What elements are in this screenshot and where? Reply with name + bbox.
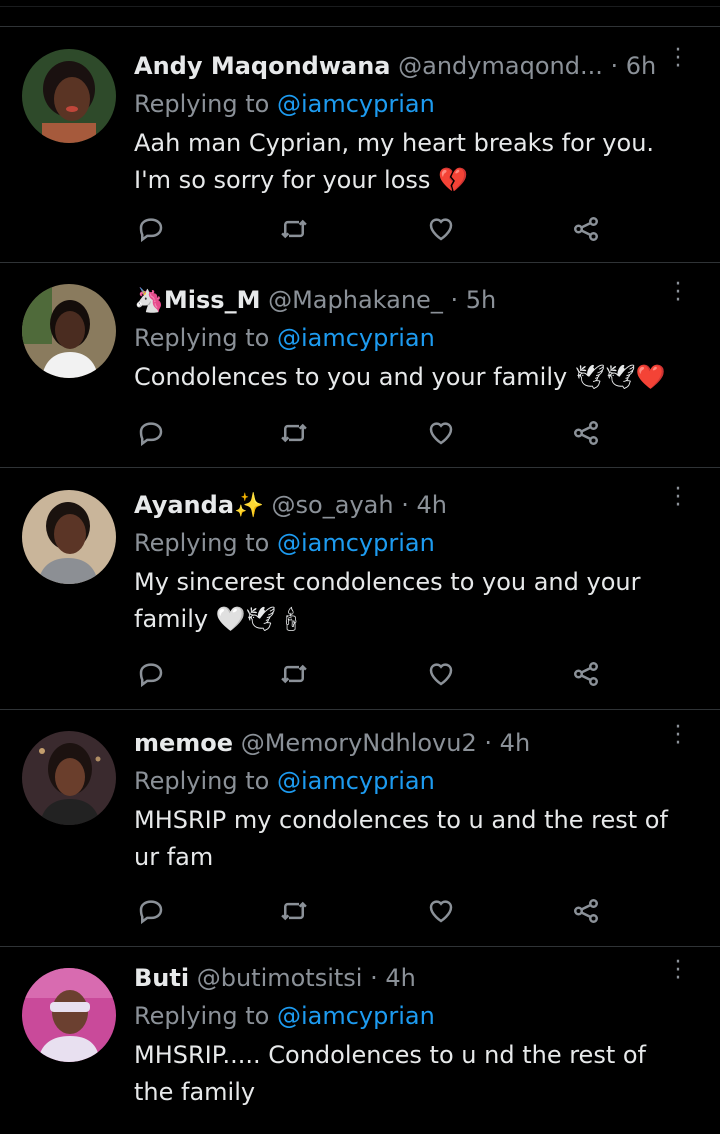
more-icon[interactable]: · · · [668, 952, 688, 997]
avatar[interactable] [22, 490, 116, 584]
tweet-text-line: ur fam [134, 843, 214, 871]
tweet-text-line: My sincerest condolences to you and your [134, 568, 641, 596]
more-icon[interactable]: · · · [668, 40, 688, 85]
more-icon[interactable]: · · · [668, 717, 688, 762]
separator-dot: · [610, 52, 619, 80]
top-divider-faint [0, 6, 720, 7]
replying-prefix: Replying to [134, 529, 277, 557]
tweet-text-line: MHSRIP my condolences to u and the rest … [134, 806, 668, 834]
reply-tweet[interactable]: memoe @MemoryNdhlovu2 · 4h · · · Replying … [0, 710, 720, 947]
display-name[interactable]: Andy Maqondwana [134, 52, 391, 80]
timestamp[interactable]: 6h [626, 52, 656, 80]
timestamp[interactable]: 4h [500, 729, 530, 757]
replying-to-mention[interactable]: @iamcyprian [277, 1002, 435, 1030]
share-icon[interactable] [566, 207, 606, 251]
tweet-text: Aah man Cyprian, my heart breaks for you… [134, 125, 708, 199]
share-icon[interactable] [566, 411, 606, 455]
user-handle[interactable]: @so_ayah [272, 491, 394, 519]
reply-tweet[interactable]: Ayanda✨ @so_ayah · 4h · · · Replying to @i… [0, 468, 720, 710]
reply-icon[interactable] [131, 889, 171, 933]
user-handle[interactable]: @Maphakane_ [268, 286, 443, 314]
reply-tweet[interactable]: Buti @butimotsitsi · 4h · · · Replying to … [0, 947, 720, 1134]
reply-icon[interactable] [131, 652, 171, 696]
share-icon[interactable] [566, 889, 606, 933]
tweet-text: MHSRIP..... Condolences to u nd the rest… [134, 1037, 708, 1111]
tweet-text-line: I'm so sorry for your loss 💔 [134, 166, 468, 194]
timestamp[interactable]: 4h [416, 491, 446, 519]
reply-icon[interactable] [131, 207, 171, 251]
replying-to-mention[interactable]: @iamcyprian [277, 90, 435, 118]
reply-icon[interactable] [131, 411, 171, 455]
replying-prefix: Replying to [134, 90, 277, 118]
tweet-text-line: Aah man Cyprian, my heart breaks for you… [134, 129, 655, 157]
avatar[interactable] [22, 968, 116, 1062]
display-name[interactable]: memoe [134, 729, 233, 757]
tweet-text: MHSRIP my condolences to u and the rest … [134, 802, 708, 876]
heart-icon[interactable] [421, 889, 461, 933]
replying-to-mention[interactable]: @iamcyprian [277, 324, 435, 352]
replying-to-line: Replying to @iamcyprian [134, 997, 708, 1035]
tweet-text-line: Condolences to you and your family 🕊🕊❤️ [134, 363, 666, 391]
retweet-icon[interactable] [274, 207, 314, 251]
separator-dot: · [450, 286, 459, 314]
tweet-text-line: family 🤍🕊🕯 [134, 605, 307, 633]
tweet-text-line: the family [134, 1078, 256, 1106]
tweet-actions [134, 652, 614, 696]
tweet-header: Buti @butimotsitsi · 4h · · · [134, 952, 708, 997]
user-handle[interactable]: @MemoryNdhlovu2 [241, 729, 477, 757]
avatar[interactable] [22, 731, 116, 825]
tweet-actions [134, 889, 614, 933]
display-name[interactable]: Buti [134, 964, 189, 992]
more-icon[interactable]: · · · [668, 274, 688, 319]
replying-prefix: Replying to [134, 767, 277, 795]
replying-to-line: Replying to @iamcyprian [134, 319, 708, 357]
more-icon[interactable]: · · · [668, 479, 688, 524]
tweet-header: 🦄Miss_M @Maphakane_ · 5h · · · [134, 274, 708, 319]
retweet-icon[interactable] [274, 652, 314, 696]
display-name[interactable]: 🦄Miss_M [134, 286, 260, 314]
replying-to-line: Replying to @iamcyprian [134, 85, 708, 123]
timestamp[interactable]: 4h [385, 964, 415, 992]
separator-dot: · [401, 491, 409, 519]
replying-to-mention[interactable]: @iamcyprian [277, 767, 435, 795]
tweet-text: My sincerest condolences to you and your… [134, 564, 708, 638]
tweet-text-line: MHSRIP..... Condolences to u nd the rest… [134, 1041, 646, 1069]
tweet-header: Ayanda✨ @so_ayah · 4h · · · [134, 479, 708, 524]
tweet-actions [134, 207, 614, 251]
tweet-actions [134, 411, 614, 455]
separator-dot: · [370, 964, 378, 992]
tweet-text: Condolences to you and your family 🕊🕊❤️ [134, 359, 708, 396]
retweet-icon[interactable] [274, 411, 314, 455]
user-handle[interactable]: @butimotsitsi [197, 964, 363, 992]
heart-icon[interactable] [421, 411, 461, 455]
replying-prefix: Replying to [134, 324, 277, 352]
replying-to-line: Replying to @iamcyprian [134, 762, 708, 800]
display-name[interactable]: Ayanda✨ [134, 491, 264, 519]
share-icon[interactable] [566, 652, 606, 696]
retweet-icon[interactable] [274, 889, 314, 933]
tweet-header: memoe @MemoryNdhlovu2 · 4h · · · [134, 717, 708, 762]
heart-icon[interactable] [421, 207, 461, 251]
reply-tweet[interactable]: Andy Maqondwana @andymaqond... · 6h · · · … [0, 27, 720, 263]
separator-dot: · [484, 729, 493, 757]
tweet-header: Andy Maqondwana @andymaqond... · 6h · · · [134, 40, 708, 85]
user-handle[interactable]: @andymaqond... [398, 52, 603, 80]
avatar[interactable] [22, 284, 116, 378]
replying-to-line: Replying to @iamcyprian [134, 524, 708, 562]
timestamp[interactable]: 5h [466, 286, 496, 314]
avatar[interactable] [22, 49, 116, 143]
reply-tweet[interactable]: 🦄Miss_M @Maphakane_ · 5h · · · Replying to… [0, 263, 720, 468]
replying-to-mention[interactable]: @iamcyprian [277, 529, 435, 557]
replying-prefix: Replying to [134, 1002, 277, 1030]
heart-icon[interactable] [421, 652, 461, 696]
